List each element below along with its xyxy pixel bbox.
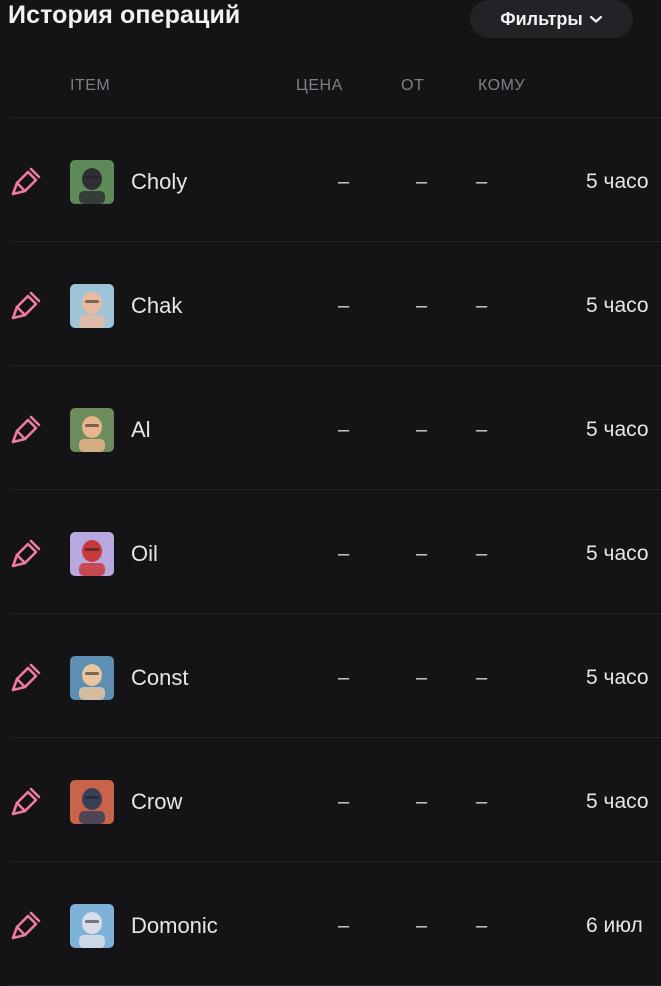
time-cell: 5 часо: [586, 294, 649, 317]
item-name[interactable]: Domonic: [131, 913, 218, 939]
table-row[interactable]: Chak – – – 5 часо: [0, 241, 661, 365]
page-title: История операций: [8, 1, 241, 29]
to-cell: –: [476, 667, 488, 689]
item-name[interactable]: Choly: [131, 169, 187, 195]
brush-icon: [11, 539, 41, 568]
avatar: [70, 408, 114, 452]
table-row[interactable]: Domonic – – – 6 июл: [0, 861, 661, 985]
item-name[interactable]: Oil: [131, 541, 158, 567]
column-header-price[interactable]: ЦЕНА: [296, 76, 343, 96]
column-header-to[interactable]: КОМУ: [478, 76, 525, 96]
time-cell: 5 часо: [586, 790, 649, 813]
brush-icon: [11, 415, 41, 444]
to-cell: –: [476, 543, 488, 565]
from-cell: –: [416, 295, 428, 317]
from-cell: –: [416, 171, 428, 193]
avatar: [70, 160, 114, 204]
to-cell: –: [476, 295, 488, 317]
time-cell: 5 часо: [586, 666, 649, 689]
table-row[interactable]: Al – – – 5 часо: [0, 365, 661, 489]
item-name[interactable]: Al: [131, 417, 151, 443]
table-row[interactable]: Oil – – – 5 часо: [0, 489, 661, 613]
from-cell: –: [416, 791, 428, 813]
avatar: [70, 284, 114, 328]
avatar: [70, 656, 114, 700]
price-cell: –: [338, 419, 350, 441]
price-cell: –: [338, 791, 350, 813]
avatar: [70, 532, 114, 576]
to-cell: –: [476, 791, 488, 813]
time-cell: 5 часо: [586, 542, 649, 565]
price-cell: –: [338, 915, 350, 937]
item-name[interactable]: Crow: [131, 789, 182, 815]
brush-icon: [11, 787, 41, 816]
filters-button[interactable]: Фильтры: [470, 0, 633, 38]
to-cell: –: [476, 915, 488, 937]
column-header-from[interactable]: ОТ: [401, 76, 424, 96]
column-header-item[interactable]: ITEM: [70, 76, 110, 96]
brush-icon: [11, 663, 41, 692]
price-cell: –: [338, 667, 350, 689]
table-row[interactable]: Choly – – – 5 часо: [0, 117, 661, 241]
brush-icon: [11, 291, 41, 320]
price-cell: –: [338, 295, 350, 317]
price-cell: –: [338, 171, 350, 193]
filters-label: Фильтры: [500, 8, 583, 29]
brush-icon: [11, 911, 41, 940]
table-row[interactable]: Crow – – – 5 часо: [0, 737, 661, 861]
avatar: [70, 780, 114, 824]
price-cell: –: [338, 543, 350, 565]
table-row[interactable]: Const – – – 5 часо: [0, 613, 661, 737]
to-cell: –: [476, 171, 488, 193]
brush-icon: [11, 167, 41, 196]
time-cell: 5 часо: [586, 418, 649, 441]
to-cell: –: [476, 419, 488, 441]
from-cell: –: [416, 667, 428, 689]
avatar: [70, 904, 114, 948]
from-cell: –: [416, 915, 428, 937]
item-name[interactable]: Chak: [131, 293, 182, 319]
time-cell: 5 часо: [586, 170, 649, 193]
chevron-down-icon: [589, 15, 602, 23]
item-name[interactable]: Const: [131, 665, 188, 691]
from-cell: –: [416, 419, 428, 441]
from-cell: –: [416, 543, 428, 565]
time-cell: 6 июл: [586, 914, 643, 937]
